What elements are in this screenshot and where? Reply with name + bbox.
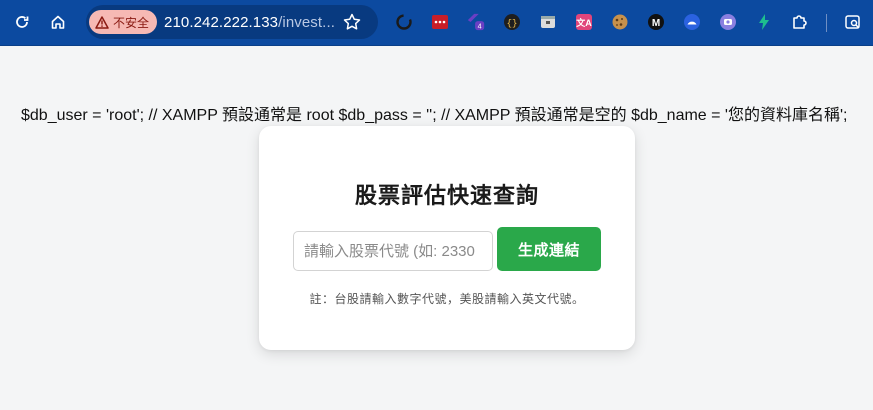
cookie-extension-icon[interactable] bbox=[610, 12, 630, 32]
translate-extension-icon[interactable]: 文A bbox=[574, 12, 594, 32]
stock-code-input[interactable] bbox=[293, 231, 493, 271]
warning-icon bbox=[95, 15, 109, 29]
camera-extension-icon[interactable] bbox=[718, 12, 738, 32]
toolbar-divider bbox=[826, 14, 827, 32]
bolt-extension-icon[interactable] bbox=[754, 12, 774, 32]
svg-text:文A: 文A bbox=[575, 17, 592, 28]
m-extension-icon[interactable]: M bbox=[646, 12, 666, 32]
browser-toolbar: 不安全 210.242.222.133/invest... 4 {} 文A M bbox=[0, 0, 873, 46]
url-path: /invest... bbox=[278, 14, 335, 31]
address-bar[interactable]: 不安全 210.242.222.133/invest... bbox=[86, 5, 378, 39]
url-host: 210.242.222.133 bbox=[164, 14, 279, 31]
url-text[interactable]: 210.242.222.133/invest... bbox=[164, 14, 335, 31]
dots-extension-icon[interactable] bbox=[430, 12, 450, 32]
braces-extension-icon[interactable]: {} bbox=[502, 12, 522, 32]
extensions-puzzle-icon[interactable] bbox=[790, 12, 810, 32]
svg-text:{}: {} bbox=[507, 19, 518, 29]
side-panel-search-icon[interactable] bbox=[843, 12, 863, 32]
tag-extension-icon[interactable]: 4 bbox=[466, 12, 486, 32]
stock-query-card: 股票評估快速查詢 生成連結 註：台股請輸入數字代號，美股請輸入英文代號。 bbox=[259, 126, 635, 350]
bookmark-star-icon[interactable] bbox=[341, 11, 363, 38]
security-warning-chip[interactable]: 不安全 bbox=[89, 10, 158, 34]
security-label: 不安全 bbox=[113, 15, 150, 30]
generate-link-button[interactable]: 生成連結 bbox=[497, 227, 601, 271]
page-title: 股票評估快速查詢 bbox=[354, 183, 539, 208]
moon-extension-icon[interactable] bbox=[682, 12, 702, 32]
reload-icon[interactable] bbox=[8, 8, 36, 36]
home-icon[interactable] bbox=[44, 8, 72, 36]
input-note: 註：台股請輸入數字代號，美股請輸入英文代號。 bbox=[309, 292, 585, 306]
svg-text:M: M bbox=[652, 18, 660, 29]
extension-badge: 4 bbox=[478, 21, 482, 30]
sync-extension-icon[interactable] bbox=[394, 12, 414, 32]
php-config-output: $db_user = 'root'; // XAMPP 預設通常是 root $… bbox=[21, 107, 848, 124]
window-extension-icon[interactable] bbox=[538, 12, 558, 32]
